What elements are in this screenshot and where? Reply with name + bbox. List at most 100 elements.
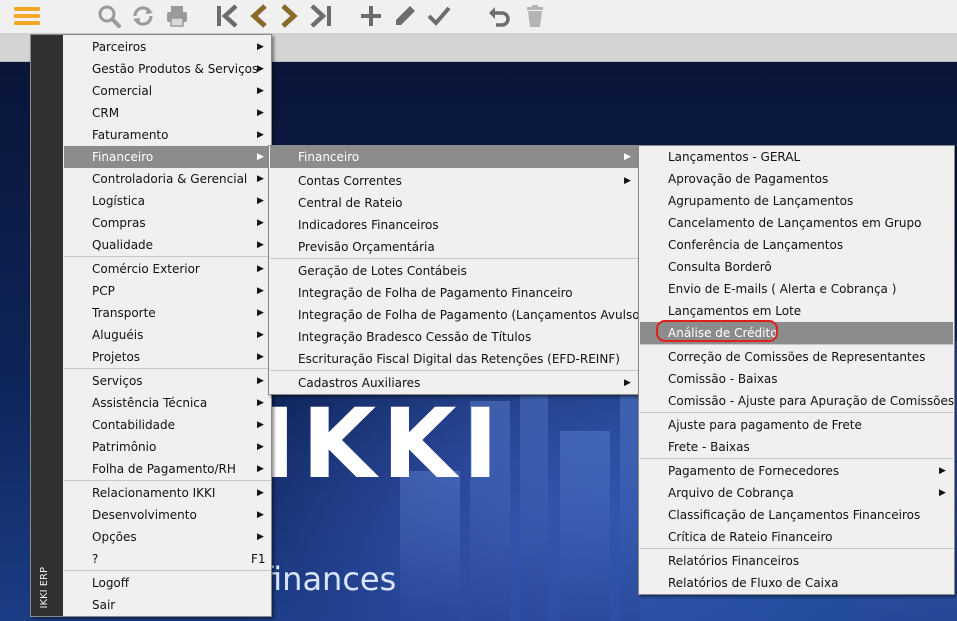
confirm-icon[interactable]: [424, 2, 454, 30]
search-icon[interactable]: [94, 2, 124, 30]
submenu-arrow-icon: ▶: [624, 152, 631, 162]
menu-item-opcoes[interactable]: Opções ▶: [64, 526, 271, 548]
submenu-arrow-icon: ▶: [257, 152, 264, 162]
menu-item-label: Geração de Lotes Contábeis: [298, 264, 467, 278]
submenu-item-integracao-de-folha-de-pagamento-lancamentos-avulsos[interactable]: Integração de Folha de Pagamento (Lançam…: [270, 304, 651, 326]
menu-item-patrimonio[interactable]: Patrimônio ▶: [64, 436, 271, 458]
menu-item-relacionamento-ikki[interactable]: Relacionamento IKKI ▶: [64, 482, 271, 504]
menu-item-label: Relatórios Financeiros: [668, 554, 800, 568]
menu-separator: [640, 412, 953, 413]
menu-item-label: Compras: [92, 216, 146, 230]
next-record-icon[interactable]: [274, 2, 304, 30]
menu-item-alugueis[interactable]: Aluguéis ▶: [64, 324, 271, 346]
menu-item-transporte[interactable]: Transporte ▶: [64, 302, 271, 324]
highlight-ring: [656, 320, 778, 342]
menu-item-faturamento[interactable]: Faturamento ▶: [64, 124, 271, 146]
submenu-arrow-icon: ▶: [257, 420, 264, 430]
menu-item-label: Previsão Orçamentária: [298, 240, 435, 254]
submenu-arrow-icon: ▶: [257, 264, 264, 274]
menu-item-compras[interactable]: Compras ▶: [64, 212, 271, 234]
fin-item-agrupamento-de-lancamentos[interactable]: Agrupamento de Lançamentos: [640, 190, 953, 212]
menu-item-label: Classificação de Lançamentos Financeiros: [668, 508, 921, 522]
submenu-arrow-icon: ▶: [257, 330, 264, 340]
menu-item-label: Relatórios de Fluxo de Caixa: [668, 576, 839, 590]
menu-item-assistencia-tecnica[interactable]: Assistência Técnica ▶: [64, 392, 271, 414]
add-icon[interactable]: [356, 2, 386, 30]
menu-item-label: Cadastros Auxiliares: [298, 376, 421, 390]
submenu-item-previsao-orcamentaria[interactable]: Previsão Orçamentária: [270, 236, 638, 258]
submenu-arrow-icon: ▶: [257, 240, 264, 250]
menu-item-label: Logoff: [92, 576, 130, 590]
menu-item-controladoria-gerencial[interactable]: Controladoria & Gerencial ▶: [64, 168, 271, 190]
submenu-item-geracao-de-lotes-contabeis[interactable]: Geração de Lotes Contábeis: [270, 260, 638, 282]
menu-item-logistica[interactable]: Logística ▶: [64, 190, 271, 212]
shortcut-key: F1: [251, 552, 266, 566]
submenu-item-escrituracao-fiscal-digital-das-retencoes-efd-reinf[interactable]: Escrituração Fiscal Digital das Retençõe…: [270, 348, 638, 370]
menu-item-financeiro[interactable]: Financeiro ▶: [64, 146, 271, 168]
menu-item-label: ?: [92, 552, 99, 566]
fin-item-relatorios-financeiros[interactable]: Relatórios Financeiros: [640, 550, 953, 572]
menu-item-servicos[interactable]: Serviços ▶: [64, 370, 271, 392]
menu-item-contabilidade[interactable]: Contabilidade ▶: [64, 414, 271, 436]
menu-item-parceiros[interactable]: Parceiros ▶: [64, 36, 271, 58]
fin-item-frete-baixas[interactable]: Frete - Baixas: [640, 436, 953, 458]
fin-item-aprovacao-de-pagamentos[interactable]: Aprovação de Pagamentos: [640, 168, 953, 190]
submenu-item-cadastros-auxiliares[interactable]: Cadastros Auxiliares ▶: [270, 372, 638, 394]
fin-item-cancelamento-de-lancamentos-em-grupo[interactable]: Cancelamento de Lançamentos em Grupo: [640, 212, 953, 234]
hamburger-icon[interactable]: [12, 2, 42, 30]
submenu-item-central-de-rateio[interactable]: Central de Rateio: [270, 192, 638, 214]
menu-item-label: Serviços: [92, 374, 143, 388]
menu-item-logoff[interactable]: Logoff: [64, 572, 271, 594]
fin-item-pagamento-de-fornecedores[interactable]: Pagamento de Fornecedores ▶: [640, 460, 953, 482]
menu-item-pcp[interactable]: PCP ▶: [64, 280, 271, 302]
fin-item-relatorios-de-fluxo-de-caixa[interactable]: Relatórios de Fluxo de Caixa: [640, 572, 953, 594]
last-record-icon[interactable]: [306, 2, 336, 30]
menu-item-gestao-produtos-servicos[interactable]: Gestão Produtos & Serviços ▶: [64, 58, 271, 80]
menu-item-comercio-exterior[interactable]: Comércio Exterior ▶: [64, 258, 271, 280]
submenu-item-contas-correntes[interactable]: Contas Correntes ▶: [270, 170, 638, 192]
fin-item-envio-de-e-mails-alerta-e-cobranca[interactable]: Envio de E-mails ( Alerta e Cobrança ): [640, 278, 953, 300]
submenu-arrow-icon: ▶: [257, 352, 264, 362]
menu-item-projetos[interactable]: Projetos ▶: [64, 346, 271, 368]
menu-item-label: Pagamento de Fornecedores: [668, 464, 840, 478]
submenu-item-financeiro[interactable]: Financeiro ▶: [270, 146, 638, 168]
fin-item-conferencia-de-lancamentos[interactable]: Conferência de Lançamentos: [640, 234, 953, 256]
submenu-item-indicadores-financeiros[interactable]: Indicadores Financeiros: [270, 214, 638, 236]
menu-item-label: Aluguéis: [92, 328, 144, 342]
menu-separator: [64, 480, 271, 481]
fin-item-comissao-baixas[interactable]: Comissão - Baixas: [640, 368, 953, 390]
menu-item-label: Desenvolvimento: [92, 508, 197, 522]
menu-item-comercial[interactable]: Comercial ▶: [64, 80, 271, 102]
refresh-icon[interactable]: [128, 2, 158, 30]
fin-item-critica-de-rateio-financeiro[interactable]: Crítica de Rateio Financeiro: [640, 526, 953, 548]
first-record-icon[interactable]: [212, 2, 242, 30]
brand-logo: IKKI: [260, 388, 505, 500]
fin-item-lancamentos-em-lote[interactable]: Lançamentos em Lote: [640, 300, 953, 322]
menu-item-item[interactable]: ? F1: [64, 548, 271, 570]
menu-item-sair[interactable]: Sair: [64, 594, 271, 616]
menu-item-crm[interactable]: CRM ▶: [64, 102, 271, 124]
menu-item-label: Transporte: [92, 306, 156, 320]
fin-item-classificacao-de-lancamentos-financeiros[interactable]: Classificação de Lançamentos Financeiros: [640, 504, 953, 526]
previous-record-icon[interactable]: [244, 2, 274, 30]
menu-separator: [270, 258, 638, 259]
fin-item-correcao-de-comissoes-de-representantes[interactable]: Correção de Comissões de Representantes: [640, 346, 953, 368]
menu-item-folha-de-pagamento-rh[interactable]: Folha de Pagamento/RH ▶: [64, 458, 271, 480]
menu-item-label: Opções: [92, 530, 137, 544]
print-icon[interactable]: [162, 2, 192, 30]
menu-item-label: Comissão - Baixas: [668, 372, 778, 386]
menu-item-qualidade[interactable]: Qualidade ▶: [64, 234, 271, 256]
menu-item-desenvolvimento[interactable]: Desenvolvimento ▶: [64, 504, 271, 526]
fin-item-arquivo-de-cobranca[interactable]: Arquivo de Cobrança ▶: [640, 482, 953, 504]
delete-icon[interactable]: [520, 2, 550, 30]
fin-item-lancamentos-geral[interactable]: Lançamentos - GERAL: [640, 146, 953, 168]
submenu-arrow-icon: ▶: [257, 510, 264, 520]
fin-item-comissao-ajuste-para-apuracao-de-comissoes[interactable]: Comissão - Ajuste para Apuração de Comis…: [640, 390, 954, 412]
submenu-item-integracao-bradesco-cessao-de-titulos[interactable]: Integração Bradesco Cessão de Títulos: [270, 326, 638, 348]
fin-item-consulta-bordero[interactable]: Consulta Borderô: [640, 256, 953, 278]
undo-icon[interactable]: [484, 2, 514, 30]
fin-item-ajuste-para-pagamento-de-frete[interactable]: Ajuste para pagamento de Frete: [640, 414, 953, 436]
submenu-arrow-icon: ▶: [939, 466, 946, 476]
submenu-item-integracao-de-folha-de-pagamento-financeiro[interactable]: Integração de Folha de Pagamento Finance…: [270, 282, 638, 304]
edit-icon[interactable]: [390, 2, 420, 30]
